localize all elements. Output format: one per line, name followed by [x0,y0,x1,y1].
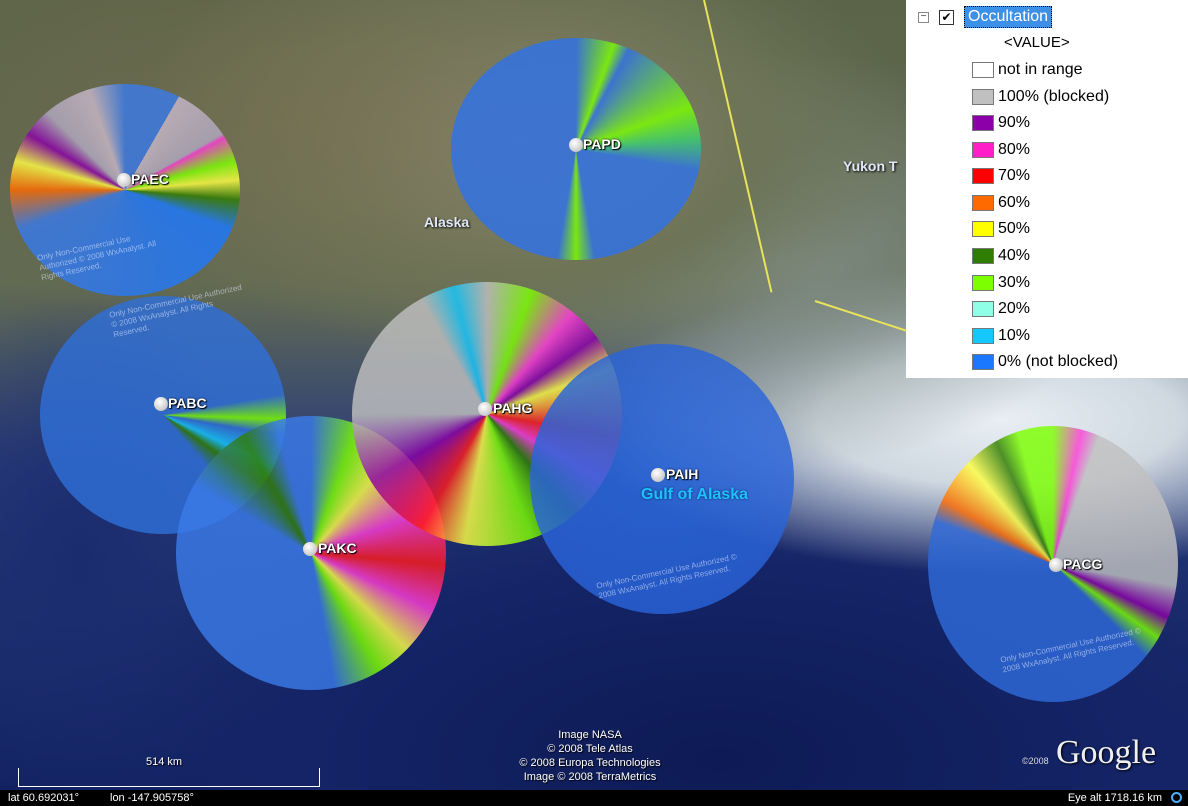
site-label-pacg: PACG [1063,556,1103,572]
legend-item: 80% [972,139,1030,161]
credit-line: Image NASA [558,729,622,741]
credit-line: © 2008 Europa Technologies [519,757,661,769]
legend-value-label: <VALUE> [1004,34,1070,51]
site-label-papd: PAPD [583,136,621,152]
legend-item-label: 40% [998,247,1031,264]
longitude-readout: lon -147.905758° [110,792,194,804]
legend-swatch [972,328,994,344]
site-marker-pacg[interactable] [1049,558,1063,572]
scale-bar [18,768,320,787]
site-label-paec: PAEC [131,171,169,187]
legend-item-label: 70% [998,167,1031,184]
site-marker-pahg[interactable] [478,402,492,416]
google-year: ©2008 [1022,756,1049,766]
collapse-icon[interactable]: − [918,11,929,23]
legend-item: 100% (blocked) [972,86,1109,108]
legend-swatch [972,115,994,131]
legend-item: 20% [972,298,1030,320]
latitude-readout: lat 60.692031° [8,792,80,804]
legend-swatch [972,354,994,370]
legend-swatch [972,195,994,211]
legend-swatch [972,248,994,264]
streaming-indicator-icon [1171,792,1182,803]
legend-header: − ✔ Occultation [918,6,1053,28]
legend-item-label: 0% (not blocked) [998,353,1119,370]
site-marker-pabc[interactable] [154,397,168,411]
legend-item: 50% [972,218,1030,240]
legend-item-label: 100% (blocked) [998,88,1110,105]
legend-item-label: 10% [998,327,1031,344]
legend-swatch [972,62,994,78]
legend-swatch [972,89,994,105]
site-marker-paih[interactable] [651,468,665,482]
legend-panel: − ✔ Occultation <VALUE> not in range 100… [906,0,1188,378]
legend-item-label: 80% [998,141,1031,158]
place-label-yukon: Yukon T [843,158,898,174]
legend-item-label: not in range [998,61,1083,78]
legend-item-label: 60% [998,194,1031,211]
status-bar: lat 60.692031° lon -147.905758° Eye alt … [0,790,1188,806]
imagery-credits: Image NASA © 2008 Tele Atlas © 2008 Euro… [500,728,680,784]
legend-item: 60% [972,192,1030,214]
place-label-gulf-of-alaska: Gulf of Alaska [641,486,748,503]
site-label-pahg: PAHG [493,400,533,416]
legend-item-label: 20% [998,300,1031,317]
site-marker-papd[interactable] [569,138,583,152]
legend-swatch [972,142,994,158]
site-marker-pakc[interactable] [303,542,317,556]
legend-swatch [972,275,994,291]
site-label-pabc: PABC [168,395,207,411]
legend-item-label: 90% [998,114,1031,131]
legend-item: 10% [972,325,1030,347]
legend-item: not in range [972,59,1083,81]
google-logo: Google [1056,734,1157,771]
legend-item: 0% (not blocked) [972,351,1118,373]
legend-title[interactable]: Occultation [964,6,1053,28]
credit-line: Image © 2008 TerraMetrics [523,771,657,783]
scale-label: 514 km [146,756,183,768]
site-label-pakc: PAKC [318,540,357,556]
legend-item: 40% [972,245,1030,267]
map-view[interactable]: Only Non-Commercial Use Authorized © 200… [0,0,1188,806]
layer-checkbox[interactable]: ✔ [939,9,954,25]
legend-item: 90% [972,112,1030,134]
legend-swatch [972,168,994,184]
site-marker-paec[interactable] [117,173,131,187]
eye-altitude-readout: Eye alt 1718.16 km [1067,792,1162,804]
legend-swatch [972,301,994,317]
legend-item: 70% [972,165,1030,187]
credit-line: © 2008 Tele Atlas [547,743,633,755]
legend-item-label: 50% [998,220,1031,237]
legend-item: 30% [972,272,1030,294]
legend-item-label: 30% [998,274,1031,291]
place-label-alaska: Alaska [424,214,470,230]
site-label-paih: PAIH [666,466,699,482]
legend-swatch [972,221,994,237]
